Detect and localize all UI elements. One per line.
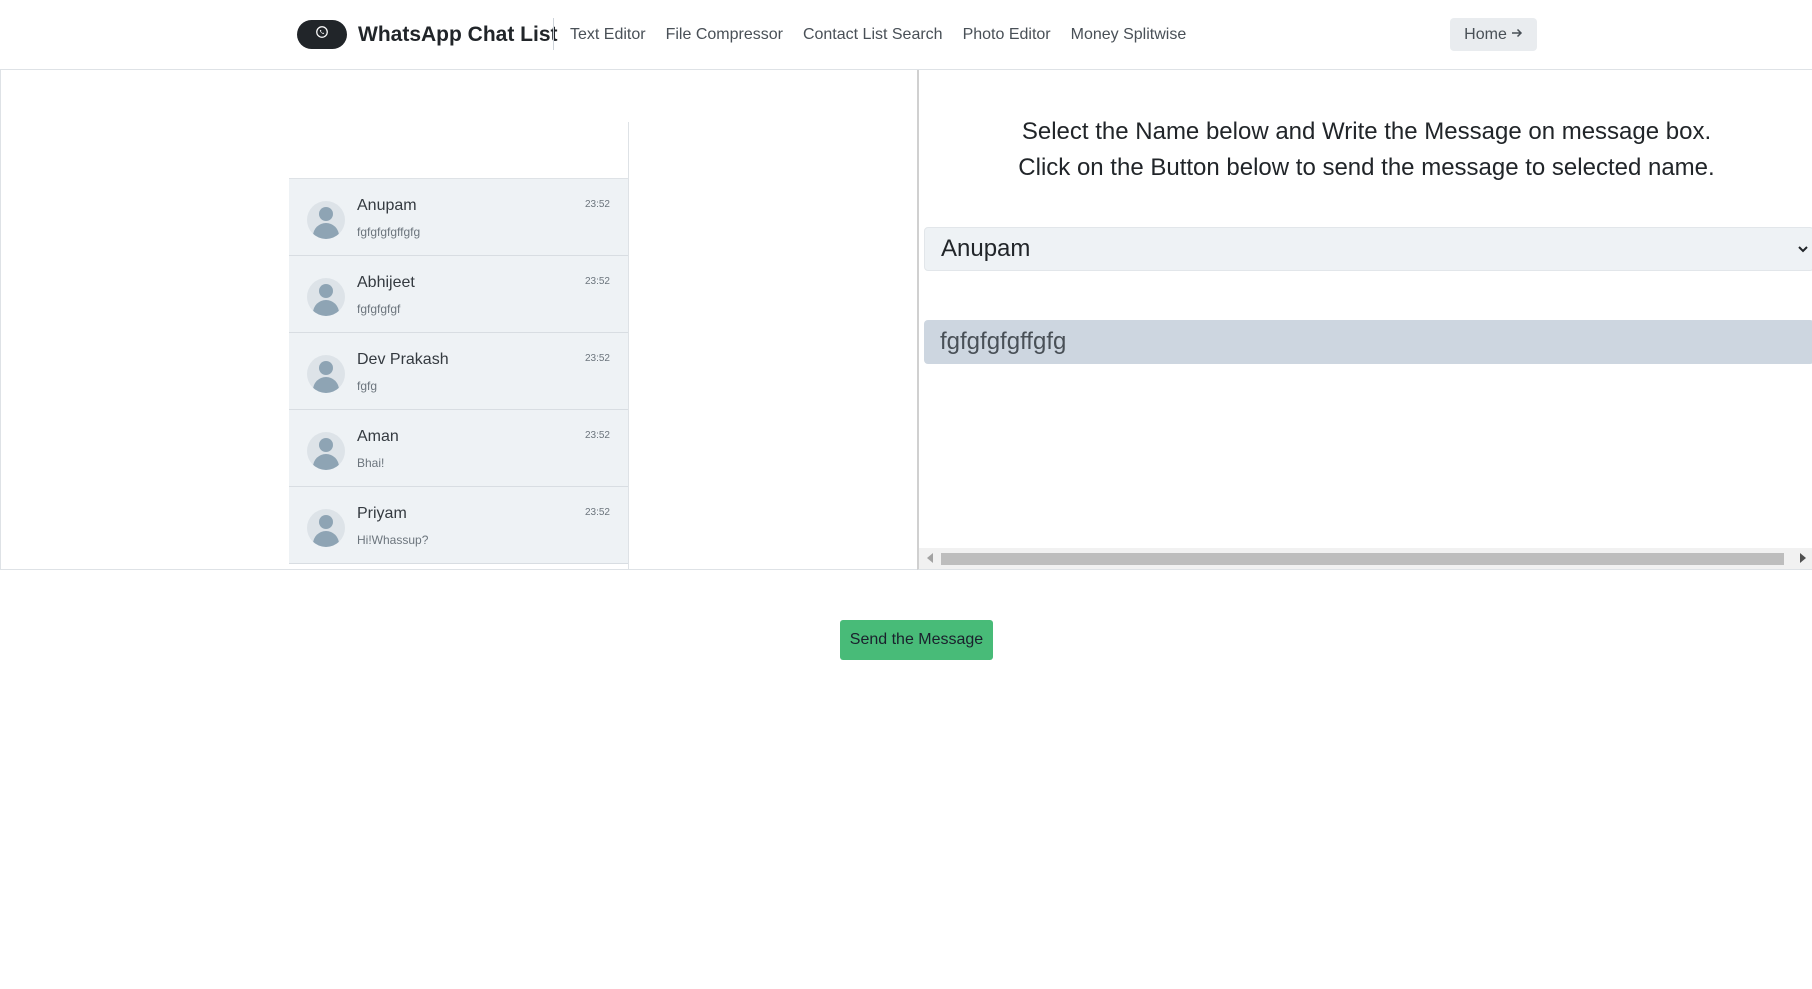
chat-time: 23:52 — [584, 199, 610, 210]
chat-last-message: fgfgfgfgffgfg — [357, 225, 421, 239]
whatsapp-logo-button[interactable] — [297, 20, 347, 49]
compose-panel: Select the Name below and Write the Mess… — [917, 70, 1812, 570]
chat-name: Dev Prakash — [357, 351, 449, 368]
avatar — [307, 432, 345, 470]
home-button[interactable]: Home — [1450, 18, 1537, 51]
chat-last-message: Bhai! — [357, 456, 385, 470]
chat-name: Anupam — [357, 197, 417, 214]
chat-list[interactable]: Anupam fgfgfgfgffgfg 23:52 Abhijeet fgfg… — [289, 122, 629, 569]
chat-name: Abhijeet — [357, 274, 415, 291]
chevron-down-icon — [1797, 242, 1809, 258]
chat-name: Priyam — [357, 505, 407, 522]
top-navbar: WhatsApp Chat List Text Editor File Comp… — [0, 0, 1812, 70]
chat-list-header — [289, 122, 628, 179]
scroll-right-icon[interactable] — [1800, 553, 1806, 563]
chat-time: 23:52 — [584, 507, 610, 518]
chat-item[interactable]: Priyam Hi!Whassup? 23:52 — [289, 487, 628, 564]
chat-time: 23:52 — [584, 430, 610, 441]
chat-name: Aman — [357, 428, 399, 445]
nav-link-photo-editor[interactable]: Photo Editor — [963, 20, 1051, 49]
instructions: Select the Name below and Write the Mess… — [919, 114, 1812, 186]
chat-item[interactable]: Aman Bhai! 23:52 — [289, 410, 628, 487]
chat-last-message: fgfg — [357, 379, 378, 393]
chat-last-message: Hi!Whassup? — [357, 533, 429, 547]
chat-list-panel: Anupam fgfgfgfgffgfg 23:52 Abhijeet fgfg… — [0, 70, 918, 570]
home-button-label: Home — [1464, 25, 1507, 43]
avatar — [307, 355, 345, 393]
chat-item[interactable]: Dev Prakash fgfg 23:52 — [289, 333, 628, 410]
send-message-button[interactable]: Send the Message — [840, 620, 993, 660]
brand-divider — [553, 18, 554, 50]
message-input[interactable]: fgfgfgfgffgfg — [924, 320, 1812, 364]
avatar — [307, 278, 345, 316]
nav-link-text-editor[interactable]: Text Editor — [570, 20, 646, 49]
instruction-line: Click on the Button below to send the me… — [1018, 154, 1715, 181]
avatar — [307, 509, 345, 547]
chat-time: 23:52 — [584, 276, 610, 287]
scrollbar-thumb[interactable] — [941, 553, 1784, 565]
name-select[interactable]: Anupam — [924, 227, 1812, 271]
nav-link-contact-list-search[interactable]: Contact List Search — [803, 20, 943, 49]
selected-name: Anupam — [941, 235, 1031, 262]
arrow-right-icon — [1511, 26, 1523, 44]
avatar — [307, 201, 345, 239]
horizontal-scrollbar[interactable] — [919, 548, 1812, 569]
whatsapp-icon — [315, 25, 329, 44]
nav-links: Text Editor File Compressor Contact List… — [570, 20, 1206, 49]
nav-link-money-splitwise[interactable]: Money Splitwise — [1071, 20, 1187, 49]
scroll-left-icon[interactable] — [927, 553, 933, 563]
chat-last-message: fgfgfgfgf — [357, 302, 401, 316]
chat-item[interactable]: Anupam fgfgfgfgffgfg 23:52 — [289, 179, 628, 256]
brand-title[interactable]: WhatsApp Chat List — [358, 20, 558, 49]
instruction-line: Select the Name below and Write the Mess… — [1021, 118, 1712, 145]
chat-item[interactable]: Abhijeet fgfgfgfgf 23:52 — [289, 256, 628, 333]
nav-link-file-compressor[interactable]: File Compressor — [666, 20, 783, 49]
chat-time: 23:52 — [584, 353, 610, 364]
